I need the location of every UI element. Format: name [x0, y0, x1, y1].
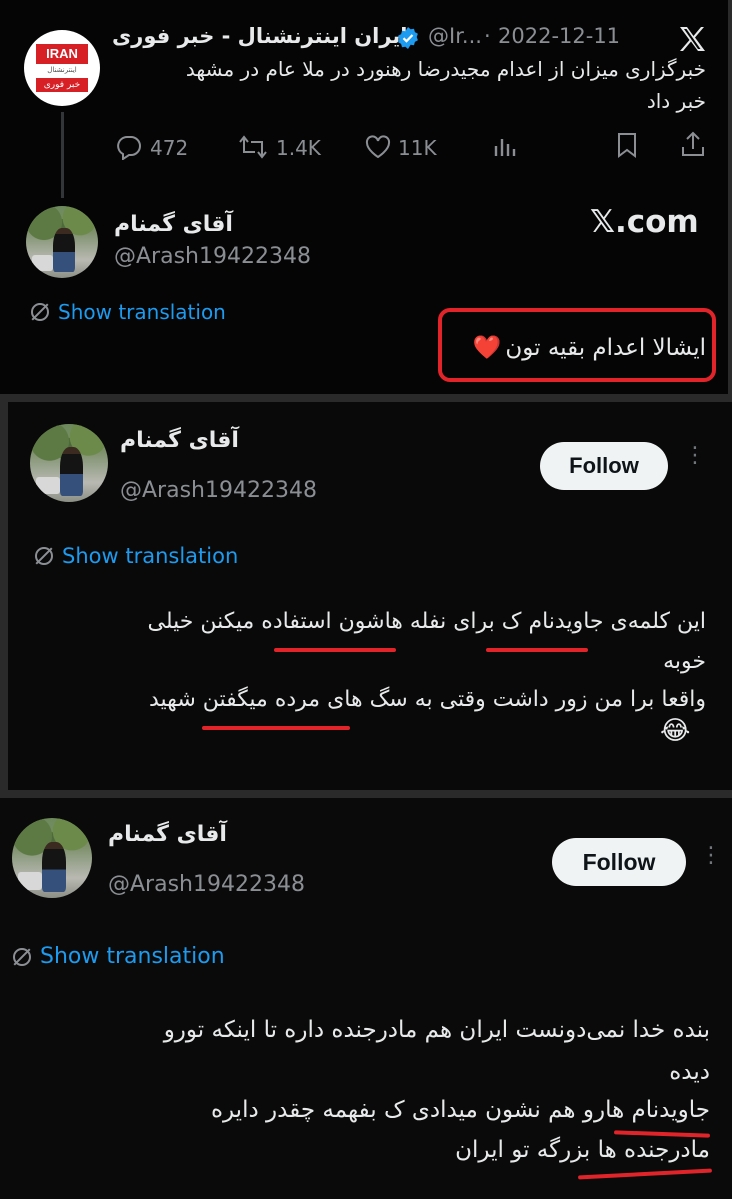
- reply-text-line-4: مادرجنده ها بزرگه تو ایران: [455, 1137, 710, 1163]
- x-com-watermark: 𝕏.com: [590, 204, 699, 240]
- verified-badge-icon: [396, 26, 420, 50]
- tweet-text-line-1: خبرگزاری میزان از اعدام مجیدرضا رهنورد د…: [185, 57, 706, 81]
- tweet-text-line-2: خبر داد: [646, 89, 706, 113]
- x-logo-icon[interactable]: [678, 26, 706, 52]
- show-translation-link[interactable]: Show translation: [34, 544, 238, 568]
- like-count: 11K: [398, 136, 437, 160]
- laughing-emoji: 😂: [660, 716, 691, 746]
- show-translation-link[interactable]: Show translation: [30, 300, 226, 324]
- logo-breaking-block: خبر فوری: [36, 78, 88, 92]
- translate-icon: [12, 947, 32, 967]
- repost-count: 1.4K: [276, 136, 321, 160]
- underline-javidnam: [486, 648, 588, 652]
- reply-count: 472: [150, 136, 189, 160]
- reply-text-line-3: واقعا برا من زور داشت وقتی به سگ های مرد…: [149, 687, 706, 712]
- heart-emoji: ❤️: [472, 335, 502, 361]
- avatar[interactable]: [30, 424, 108, 502]
- show-translation-label: Show translation: [62, 544, 239, 568]
- reply-text-line-2: دیده: [669, 1059, 710, 1085]
- logo-subtitle: اینترنشنال: [47, 66, 77, 74]
- reply-text: ایشالا اعدام بقیه تون ❤️: [406, 330, 706, 366]
- reply-author-name[interactable]: آقای گمنام: [108, 822, 227, 847]
- underline-nafle: [274, 648, 396, 652]
- avatar[interactable]: [12, 818, 92, 898]
- avatar[interactable]: [26, 206, 98, 278]
- separator-dot: ·: [484, 24, 491, 48]
- reply-text-line-3: جاویدنام هارو هم نشون میدادی ک بفهمه چقد…: [210, 1097, 710, 1123]
- tweet-date[interactable]: 2022-12-11: [498, 24, 620, 48]
- author-name[interactable]: ایران اینترنشنال - خبر فوری: [112, 24, 407, 48]
- reply-text-line-1: بنده خدا نمی‌دونست ایران هم مادرجنده دار…: [163, 1017, 710, 1043]
- translate-icon: [34, 546, 54, 566]
- author-handle[interactable]: @Ir...: [428, 24, 482, 48]
- repost-icon[interactable]: [238, 134, 268, 160]
- like-icon[interactable]: [364, 134, 392, 160]
- reply-panel-3: آقای گمنام @Arash19422348 Follow ⋮ Show …: [0, 798, 732, 1199]
- quoted-tweet-panel: IRAN اینترنشنال خبر فوری ایران اینترنشنا…: [0, 0, 728, 394]
- more-icon[interactable]: ⋮: [684, 445, 706, 467]
- reply-author-name[interactable]: آقای گمنام: [114, 212, 233, 237]
- bookmark-icon[interactable]: [616, 132, 638, 158]
- share-icon[interactable]: [680, 130, 706, 158]
- underline-madarjende: [577, 1168, 713, 1180]
- show-translation-link[interactable]: Show translation: [12, 944, 225, 969]
- reply-author-handle[interactable]: @Arash19422348: [108, 872, 305, 897]
- show-translation-label: Show translation: [40, 944, 225, 969]
- reply-icon[interactable]: [116, 134, 142, 160]
- reply-author-handle[interactable]: @Arash19422348: [114, 244, 311, 269]
- thread-connector-line: [61, 112, 64, 198]
- views-icon[interactable]: [492, 134, 516, 160]
- translate-icon: [30, 302, 50, 322]
- more-icon[interactable]: ⋮: [700, 845, 722, 867]
- underline-sag-mordeh: [202, 726, 350, 730]
- reply-text-line-1: این کلمه‌ی جاویدنام ک برای نفله هاشون اس…: [147, 609, 707, 634]
- reply-panel-2: آقای گمنام @Arash19422348 Follow ⋮ Show …: [8, 402, 732, 790]
- reply-author-handle[interactable]: @Arash19422348: [120, 478, 317, 503]
- reply-author-name[interactable]: آقای گمنام: [120, 428, 239, 453]
- logo-iran-block: IRAN: [36, 44, 88, 64]
- follow-button[interactable]: Follow: [540, 442, 668, 490]
- iran-international-avatar[interactable]: IRAN اینترنشنال خبر فوری: [24, 30, 100, 106]
- follow-button[interactable]: Follow: [552, 838, 686, 886]
- reply-text-body: ایشالا اعدام بقیه تون: [505, 335, 706, 361]
- show-translation-label: Show translation: [58, 300, 226, 324]
